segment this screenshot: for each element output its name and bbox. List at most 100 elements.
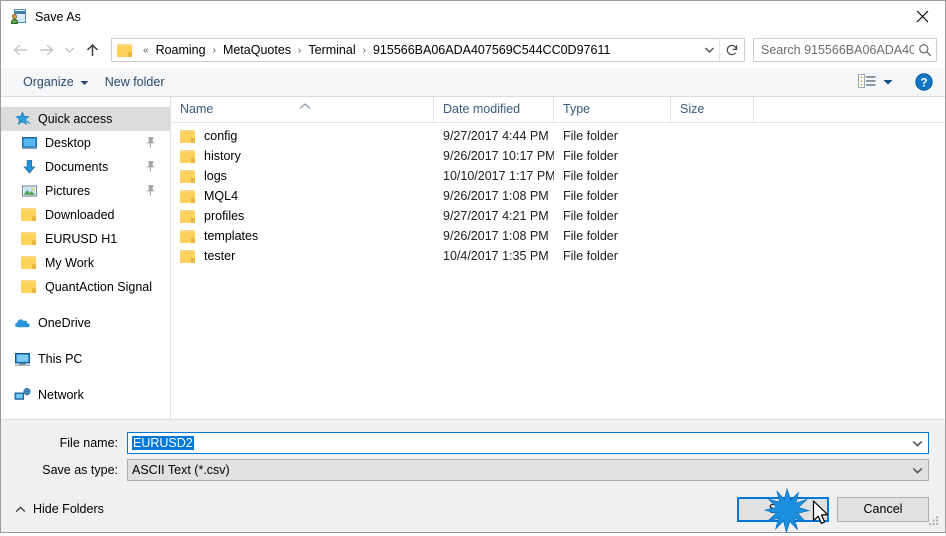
file-name-label: tester [204,249,236,263]
folder-icon [21,255,38,271]
sidebar-item-downloaded[interactable]: Downloaded [1,203,170,227]
pictures-icon [21,183,38,199]
sidebar-item-eurusd-h1[interactable]: EURUSD H1 [1,227,170,251]
save-as-type-label: Save as type: [42,463,118,477]
save-as-dialog: Save As « Roaming › MetaQuotes › Termina… [0,0,946,533]
file-type-cell: File folder [563,149,618,163]
close-icon[interactable] [899,1,945,32]
sidebar-item-documents[interactable]: Documents [1,155,170,179]
column-header-size[interactable]: Size [671,97,754,122]
column-header-type[interactable]: Type [554,97,671,122]
table-row[interactable]: MQL4 9/26/2017 1:08 PM File folder [171,186,945,206]
refresh-icon[interactable] [719,39,744,61]
documents-icon [21,159,38,175]
address-dropdown-chevron-down-icon[interactable] [699,39,719,61]
up-arrow-icon[interactable] [79,37,105,63]
file-type-cell: File folder [563,189,618,203]
folder-icon [21,207,38,223]
back-arrow-icon[interactable] [7,37,33,63]
save-as-type-chevron-down-icon[interactable] [906,460,928,480]
address-bar[interactable]: « Roaming › MetaQuotes › Terminal › 9155… [111,38,745,62]
navigation-sidebar: Quick access Desktop Documents Pictures … [1,97,171,419]
search-box[interactable]: Search 915566BA06ADA40756... [753,38,937,62]
column-header-name[interactable]: Name [171,97,434,122]
folder-icon [117,43,133,57]
cancel-button-label: Cancel [863,502,903,516]
breadcrumb-separator[interactable]: › [293,45,306,56]
organize-button[interactable]: Organize [15,72,97,92]
view-options-button[interactable] [852,72,899,93]
column-header-type-label: Type [563,102,591,116]
sidebar-item-quantaction-signal[interactable]: QuantAction Signal [1,275,170,299]
file-name-chevron-down-icon[interactable] [906,433,928,453]
new-folder-label: New folder [104,75,165,89]
save-button[interactable]: Save [737,496,829,522]
file-name-cell[interactable]: config [171,129,434,143]
file-name-cell[interactable]: templates [171,229,434,243]
file-name-value: EURUSD2 [132,436,194,450]
file-name-input[interactable]: EURUSD2 [128,436,906,450]
sidebar-item-this-pc[interactable]: This PC [1,347,170,371]
navigation-bar: « Roaming › MetaQuotes › Terminal › 9155… [1,32,945,68]
save-as-type-row: Save as type: ASCII Text (*.csv) [1,459,945,481]
save-form: File name: EURUSD2 Save as type: ASCII T… [1,420,945,486]
sidebar-item-label: EURUSD H1 [45,232,118,246]
file-type-cell: File folder [563,209,618,223]
column-header-date-modified[interactable]: Date modified [434,97,554,122]
file-date-cell: 9/27/2017 4:44 PM [443,129,549,143]
file-name-row: File name: EURUSD2 [1,432,945,454]
breadcrumb-separator[interactable]: › [358,45,371,56]
cancel-button[interactable]: Cancel [837,496,929,522]
sidebar-item-label: Documents [45,160,109,174]
sidebar-item-desktop[interactable]: Desktop [1,131,170,155]
save-as-type-combobox[interactable]: ASCII Text (*.csv) [127,459,929,481]
breadcrumb-item-roaming[interactable]: Roaming [154,42,208,58]
sidebar-item-label: OneDrive [38,316,91,330]
file-name-cell[interactable]: logs [171,169,434,183]
sort-ascending-caret-icon [299,94,311,119]
table-row[interactable]: config 9/27/2017 4:44 PM File folder [171,126,945,146]
organize-label: Organize [23,75,74,89]
file-name-cell[interactable]: MQL4 [171,189,434,203]
sidebar-item-my-work[interactable]: My Work [1,251,170,275]
pin-icon[interactable] [145,160,156,172]
pin-icon[interactable] [145,184,156,196]
forward-arrow-icon[interactable] [33,37,59,63]
sidebar-item-onedrive[interactable]: OneDrive [1,311,170,335]
breadcrumb-item-terminal-guid[interactable]: 915566BA06ADA407569C544CC0D97611 [371,42,612,58]
breadcrumb-separator[interactable]: › [208,45,221,56]
sidebar-item-label: Desktop [45,136,91,150]
file-name-label: MQL4 [204,189,239,203]
folder-icon [180,149,196,163]
table-row[interactable]: profiles 9/27/2017 4:21 PM File folder [171,206,945,226]
breadcrumb-item-metaquotes[interactable]: MetaQuotes [221,42,293,58]
search-input[interactable]: Search 915566BA06ADA40756... [754,43,914,57]
file-type-cell: File folder [563,129,618,143]
file-name-cell[interactable]: history [171,149,434,163]
help-icon[interactable]: ? [915,73,933,91]
file-date-cell: 10/4/2017 1:35 PM [443,249,549,263]
table-row[interactable]: history 9/26/2017 10:17 PM File folder [171,146,945,166]
resize-grip-icon[interactable] [927,515,940,528]
network-icon [14,387,31,403]
file-name-combobox[interactable]: EURUSD2 [127,432,929,454]
pin-icon[interactable] [145,136,156,148]
save-as-icon [11,8,27,25]
table-row[interactable]: templates 9/26/2017 1:08 PM File folder [171,226,945,246]
sidebar-item-quick-access[interactable]: Quick access [1,107,170,131]
new-folder-button[interactable]: New folder [97,72,173,92]
search-icon[interactable] [914,43,936,57]
folder-icon [180,129,196,143]
file-name-cell[interactable]: profiles [171,209,434,223]
recent-locations-chevron-icon[interactable] [59,37,79,63]
table-row[interactable]: logs 10/10/2017 1:17 PM File folder [171,166,945,186]
hide-folders-button[interactable]: Hide Folders [11,502,104,516]
file-name-cell[interactable]: tester [171,249,434,263]
file-name-label: logs [204,169,227,183]
sidebar-item-pictures[interactable]: Pictures [1,179,170,203]
breadcrumb-item-terminal[interactable]: Terminal [306,42,357,58]
sidebar-item-network[interactable]: Network [1,383,170,407]
breadcrumb-overflow[interactable]: « [138,45,154,56]
folder-icon [21,231,38,247]
table-row[interactable]: tester 10/4/2017 1:35 PM File folder [171,246,945,266]
